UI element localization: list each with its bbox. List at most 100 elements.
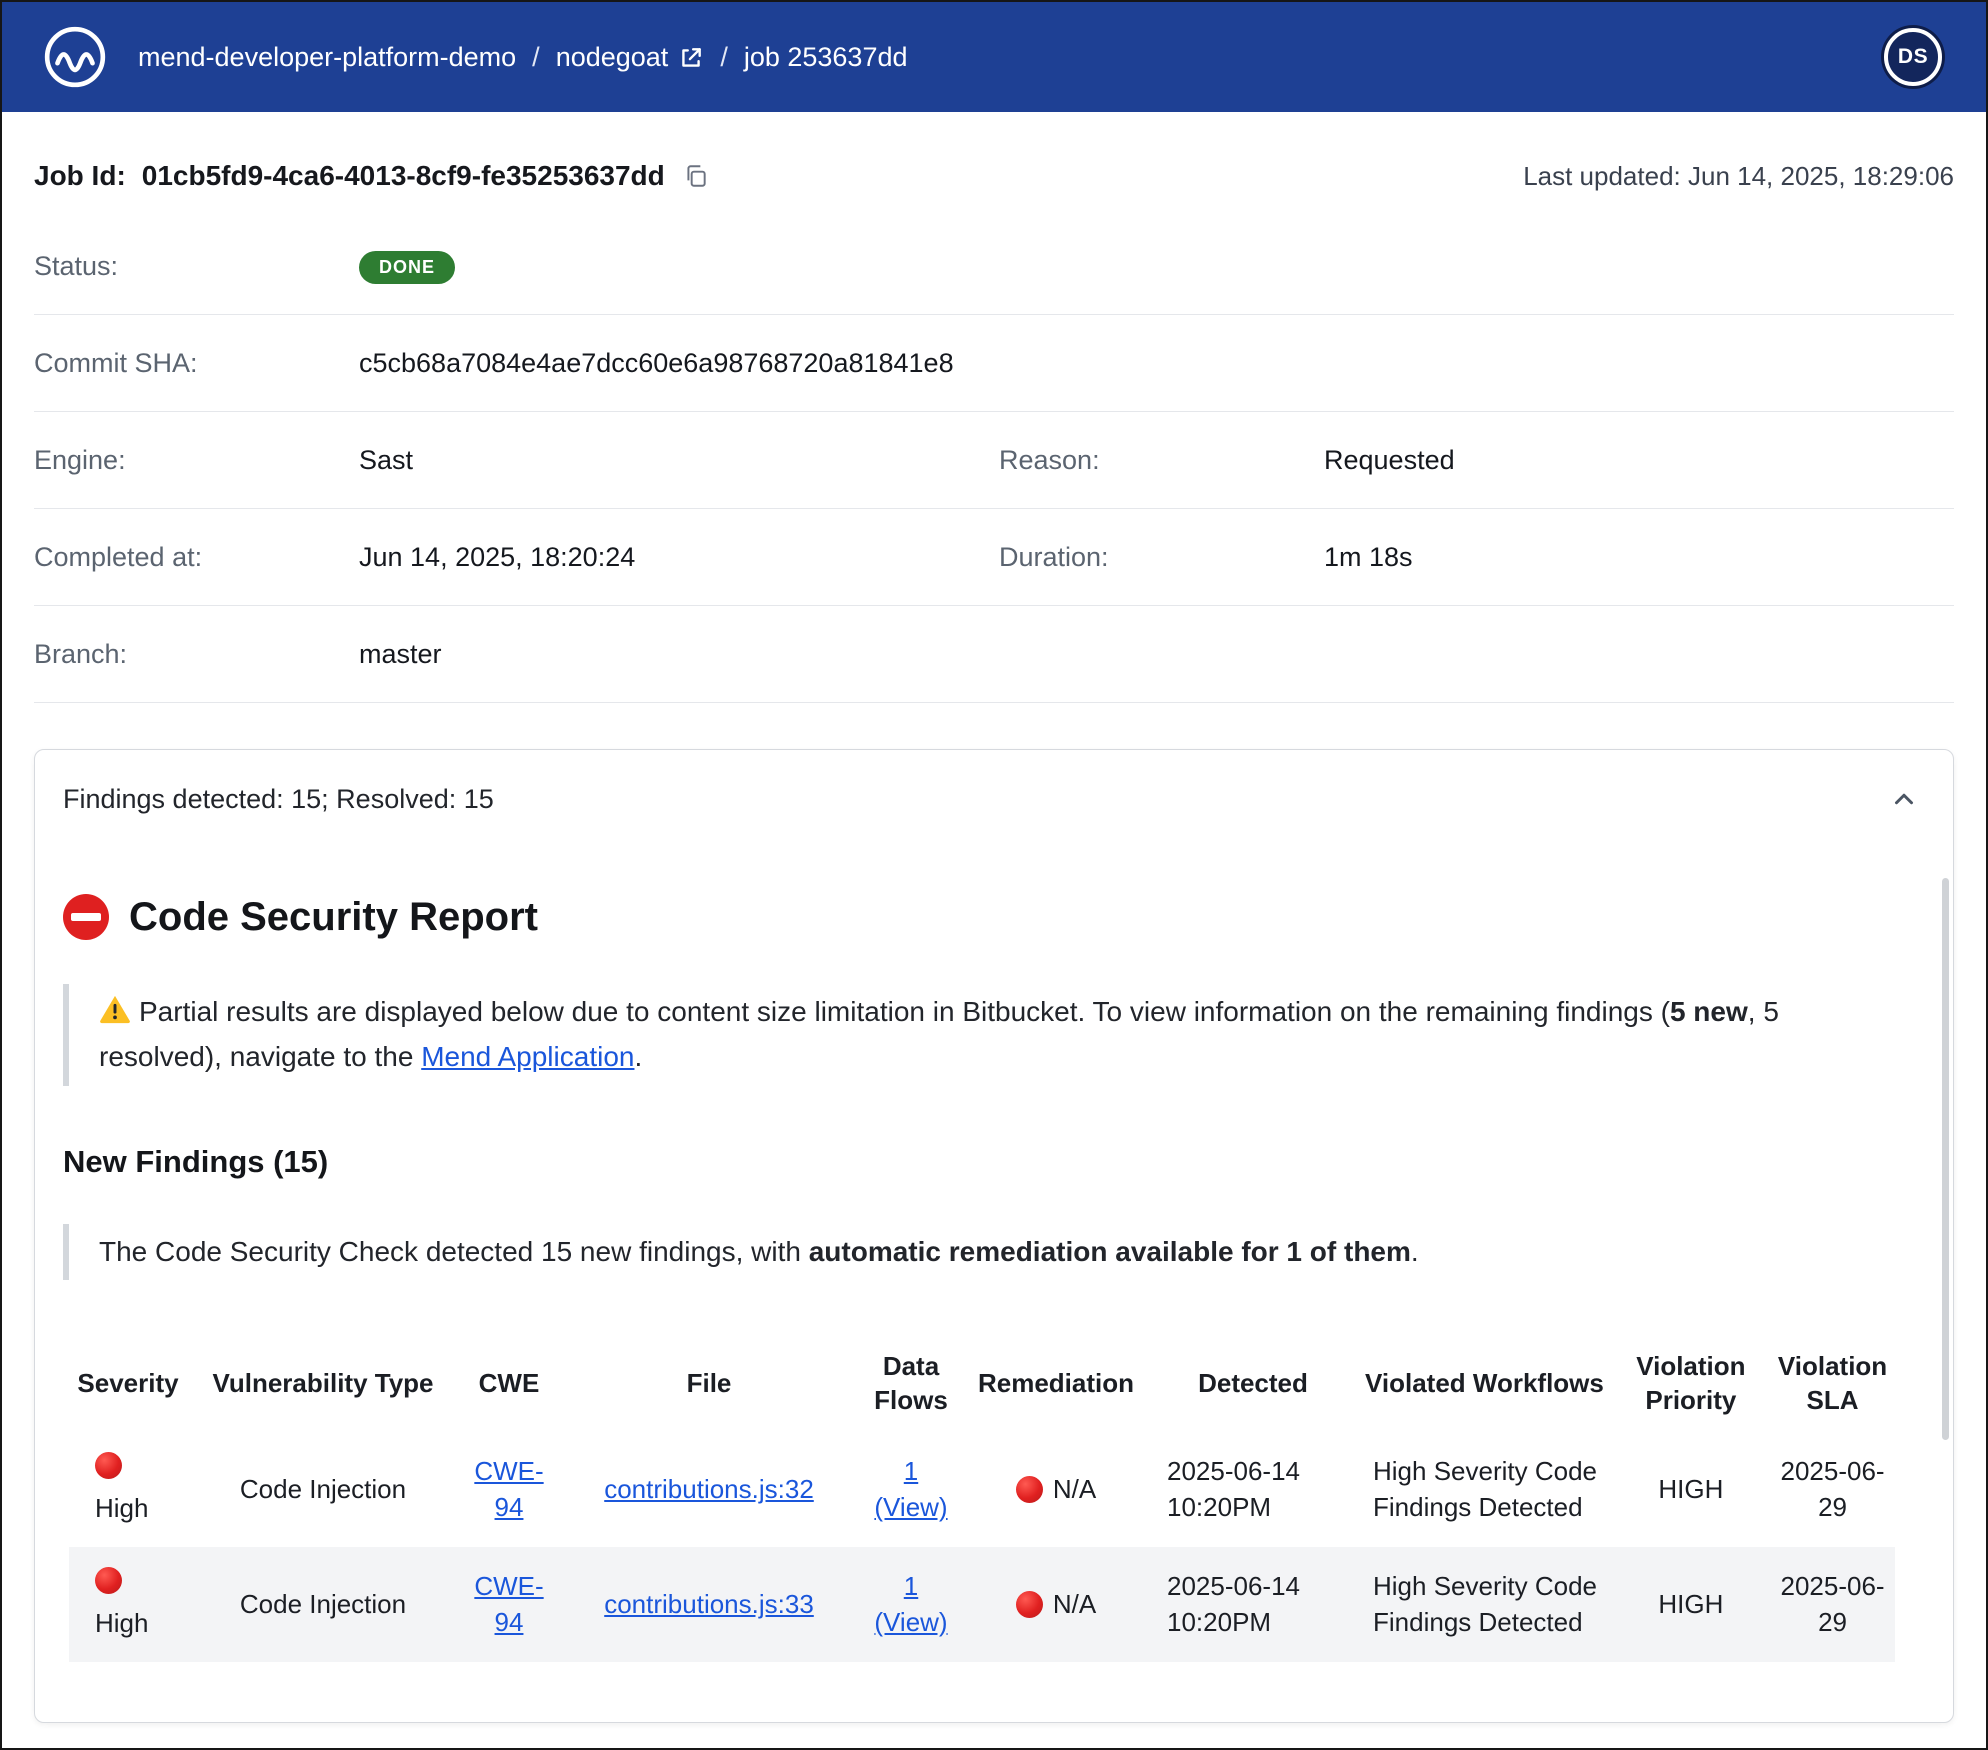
reason-label: Reason:	[999, 445, 1324, 476]
file-cell: contributions.js:33	[559, 1547, 859, 1662]
last-updated: Last updated: Jun 14, 2025, 18:29:06	[1523, 161, 1954, 192]
breadcrumb-job[interactable]: job 253637dd	[744, 42, 908, 73]
new-findings-heading: New Findings (15)	[63, 1144, 1925, 1180]
violation-priority-cell: HIGH	[1612, 1547, 1770, 1662]
field-row-commit: Commit SHA: c5cb68a7084e4ae7dcc60e6a9876…	[34, 315, 1954, 412]
breadcrumb-separator: /	[532, 42, 540, 73]
violated-workflows-cell: High Severity Code Findings Detected	[1357, 1432, 1612, 1547]
partial-results-warning: Partial results are displayed below due …	[63, 984, 1925, 1086]
card-scrollbar[interactable]	[1942, 878, 1949, 1440]
commit-sha-label: Commit SHA:	[34, 348, 359, 379]
duration-label: Duration:	[999, 542, 1324, 573]
external-link-icon	[678, 45, 704, 71]
cwe-cell: CWE-94	[459, 1432, 559, 1547]
report-title: Code Security Report	[63, 894, 1925, 940]
remediation-label: N/A	[1053, 1471, 1096, 1507]
remediation-cell: N/A	[963, 1547, 1149, 1662]
remediation-na-icon	[1016, 1476, 1043, 1503]
remediation-na-icon	[1016, 1591, 1043, 1618]
col-data-flows: Data Flows	[859, 1336, 963, 1432]
high-severity-icon	[95, 1452, 122, 1479]
findings-card-header[interactable]: Findings detected: 15; Resolved: 15	[35, 750, 1953, 834]
findings-card: Findings detected: 15; Resolved: 15 Code…	[34, 749, 1954, 1723]
warning-text-3: .	[634, 1041, 642, 1072]
report-body: Code Security Report Partial results are…	[35, 834, 1953, 1722]
file-link[interactable]: contributions.js:32	[604, 1474, 814, 1504]
col-violation-sla: Violation SLA	[1770, 1336, 1895, 1432]
table-header-row: Severity Vulnerability Type CWE File Dat…	[69, 1336, 1895, 1432]
data-flows-cell: 1 (View)	[859, 1547, 963, 1662]
findings-summary: Findings detected: 15; Resolved: 15	[63, 784, 494, 815]
cwe-link[interactable]: CWE-94	[474, 1571, 543, 1637]
user-avatar[interactable]: DS	[1884, 28, 1942, 86]
status-badge: DONE	[359, 251, 455, 284]
completed-at-label: Completed at:	[34, 542, 359, 573]
reason-value: Requested	[1324, 445, 1954, 476]
intro-bold: automatic remediation available for 1 of…	[809, 1236, 1411, 1267]
engine-label: Engine:	[34, 445, 359, 476]
col-vulnerability-type: Vulnerability Type	[187, 1336, 459, 1432]
collapse-button[interactable]	[1885, 780, 1923, 818]
findings-table: Severity Vulnerability Type CWE File Dat…	[69, 1336, 1895, 1661]
commit-sha-value: c5cb68a7084e4ae7dcc60e6a98768720a81841e8	[359, 348, 1954, 379]
warning-bold: 5 new	[1670, 996, 1748, 1027]
vulnerability-type-cell: Code Injection	[187, 1432, 459, 1547]
intro-text-2: .	[1411, 1236, 1419, 1267]
duration-value: 1m 18s	[1324, 542, 1954, 573]
job-id-label: Job Id:	[34, 160, 126, 192]
page: mend-developer-platform-demo / nodegoat …	[0, 0, 1988, 1750]
violation-priority-cell: HIGH	[1612, 1432, 1770, 1547]
intro-text-1: The Code Security Check detected 15 new …	[99, 1236, 809, 1267]
table-row: High Code Injection CWE-94 contributions…	[69, 1547, 1895, 1662]
violation-sla-cell: 2025-06-29	[1770, 1432, 1895, 1547]
severity-cell: High	[69, 1432, 187, 1547]
col-detected: Detected	[1149, 1336, 1357, 1432]
col-remediation: Remediation	[963, 1336, 1149, 1432]
col-violated-workflows: Violated Workflows	[1357, 1336, 1612, 1432]
col-file: File	[559, 1336, 859, 1432]
file-link[interactable]: contributions.js:33	[604, 1589, 814, 1619]
col-violation-priority: Violation Priority	[1612, 1336, 1770, 1432]
field-row-status: Status: DONE	[34, 218, 1954, 315]
col-severity: Severity	[69, 1336, 187, 1432]
table-row: High Code Injection CWE-94 contributions…	[69, 1432, 1895, 1547]
no-entry-icon	[63, 894, 109, 940]
breadcrumb: mend-developer-platform-demo / nodegoat …	[138, 42, 908, 73]
job-id-value: 01cb5fd9-4ca6-4013-8cf9-fe35253637dd	[142, 160, 665, 192]
detected-cell: 2025-06-14 10:20PM	[1149, 1432, 1357, 1547]
col-cwe: CWE	[459, 1336, 559, 1432]
data-flows-cell: 1 (View)	[859, 1432, 963, 1547]
severity-cell: High	[69, 1547, 187, 1662]
severity-label: High	[95, 1490, 177, 1526]
branch-label: Branch:	[34, 639, 359, 670]
data-flows-link[interactable]: 1 (View)	[874, 1571, 947, 1637]
copy-job-id-button[interactable]	[681, 161, 711, 191]
mend-logo-icon[interactable]	[42, 24, 108, 90]
detected-cell: 2025-06-14 10:20PM	[1149, 1547, 1357, 1662]
branch-value: master	[359, 639, 1954, 670]
job-details: Job Id: 01cb5fd9-4ca6-4013-8cf9-fe352536…	[2, 112, 1986, 703]
warning-icon	[99, 993, 131, 1025]
breadcrumb-separator: /	[720, 42, 728, 73]
breadcrumb-repo-label: nodegoat	[556, 42, 669, 73]
mend-application-link[interactable]: Mend Application	[421, 1041, 634, 1072]
field-row-engine-reason: Engine: Sast Reason: Requested	[34, 412, 1954, 509]
status-label: Status:	[34, 251, 359, 282]
status-value: DONE	[359, 249, 1954, 284]
engine-value: Sast	[359, 445, 999, 476]
severity-label: High	[95, 1605, 177, 1641]
cwe-link[interactable]: CWE-94	[474, 1456, 543, 1522]
breadcrumb-repo[interactable]: nodegoat	[556, 42, 705, 73]
avatar-initials: DS	[1898, 45, 1928, 69]
data-flows-link[interactable]: 1 (View)	[874, 1456, 947, 1522]
field-row-completed-duration: Completed at: Jun 14, 2025, 18:20:24 Dur…	[34, 509, 1954, 606]
report-title-text: Code Security Report	[129, 895, 538, 940]
top-navbar: mend-developer-platform-demo / nodegoat …	[2, 2, 1986, 112]
breadcrumb-project[interactable]: mend-developer-platform-demo	[138, 42, 516, 73]
completed-at-value: Jun 14, 2025, 18:20:24	[359, 542, 999, 573]
vulnerability-type-cell: Code Injection	[187, 1547, 459, 1662]
field-row-branch: Branch: master	[34, 606, 1954, 703]
remediation-cell: N/A	[963, 1432, 1149, 1547]
cwe-cell: CWE-94	[459, 1547, 559, 1662]
file-cell: contributions.js:32	[559, 1432, 859, 1547]
